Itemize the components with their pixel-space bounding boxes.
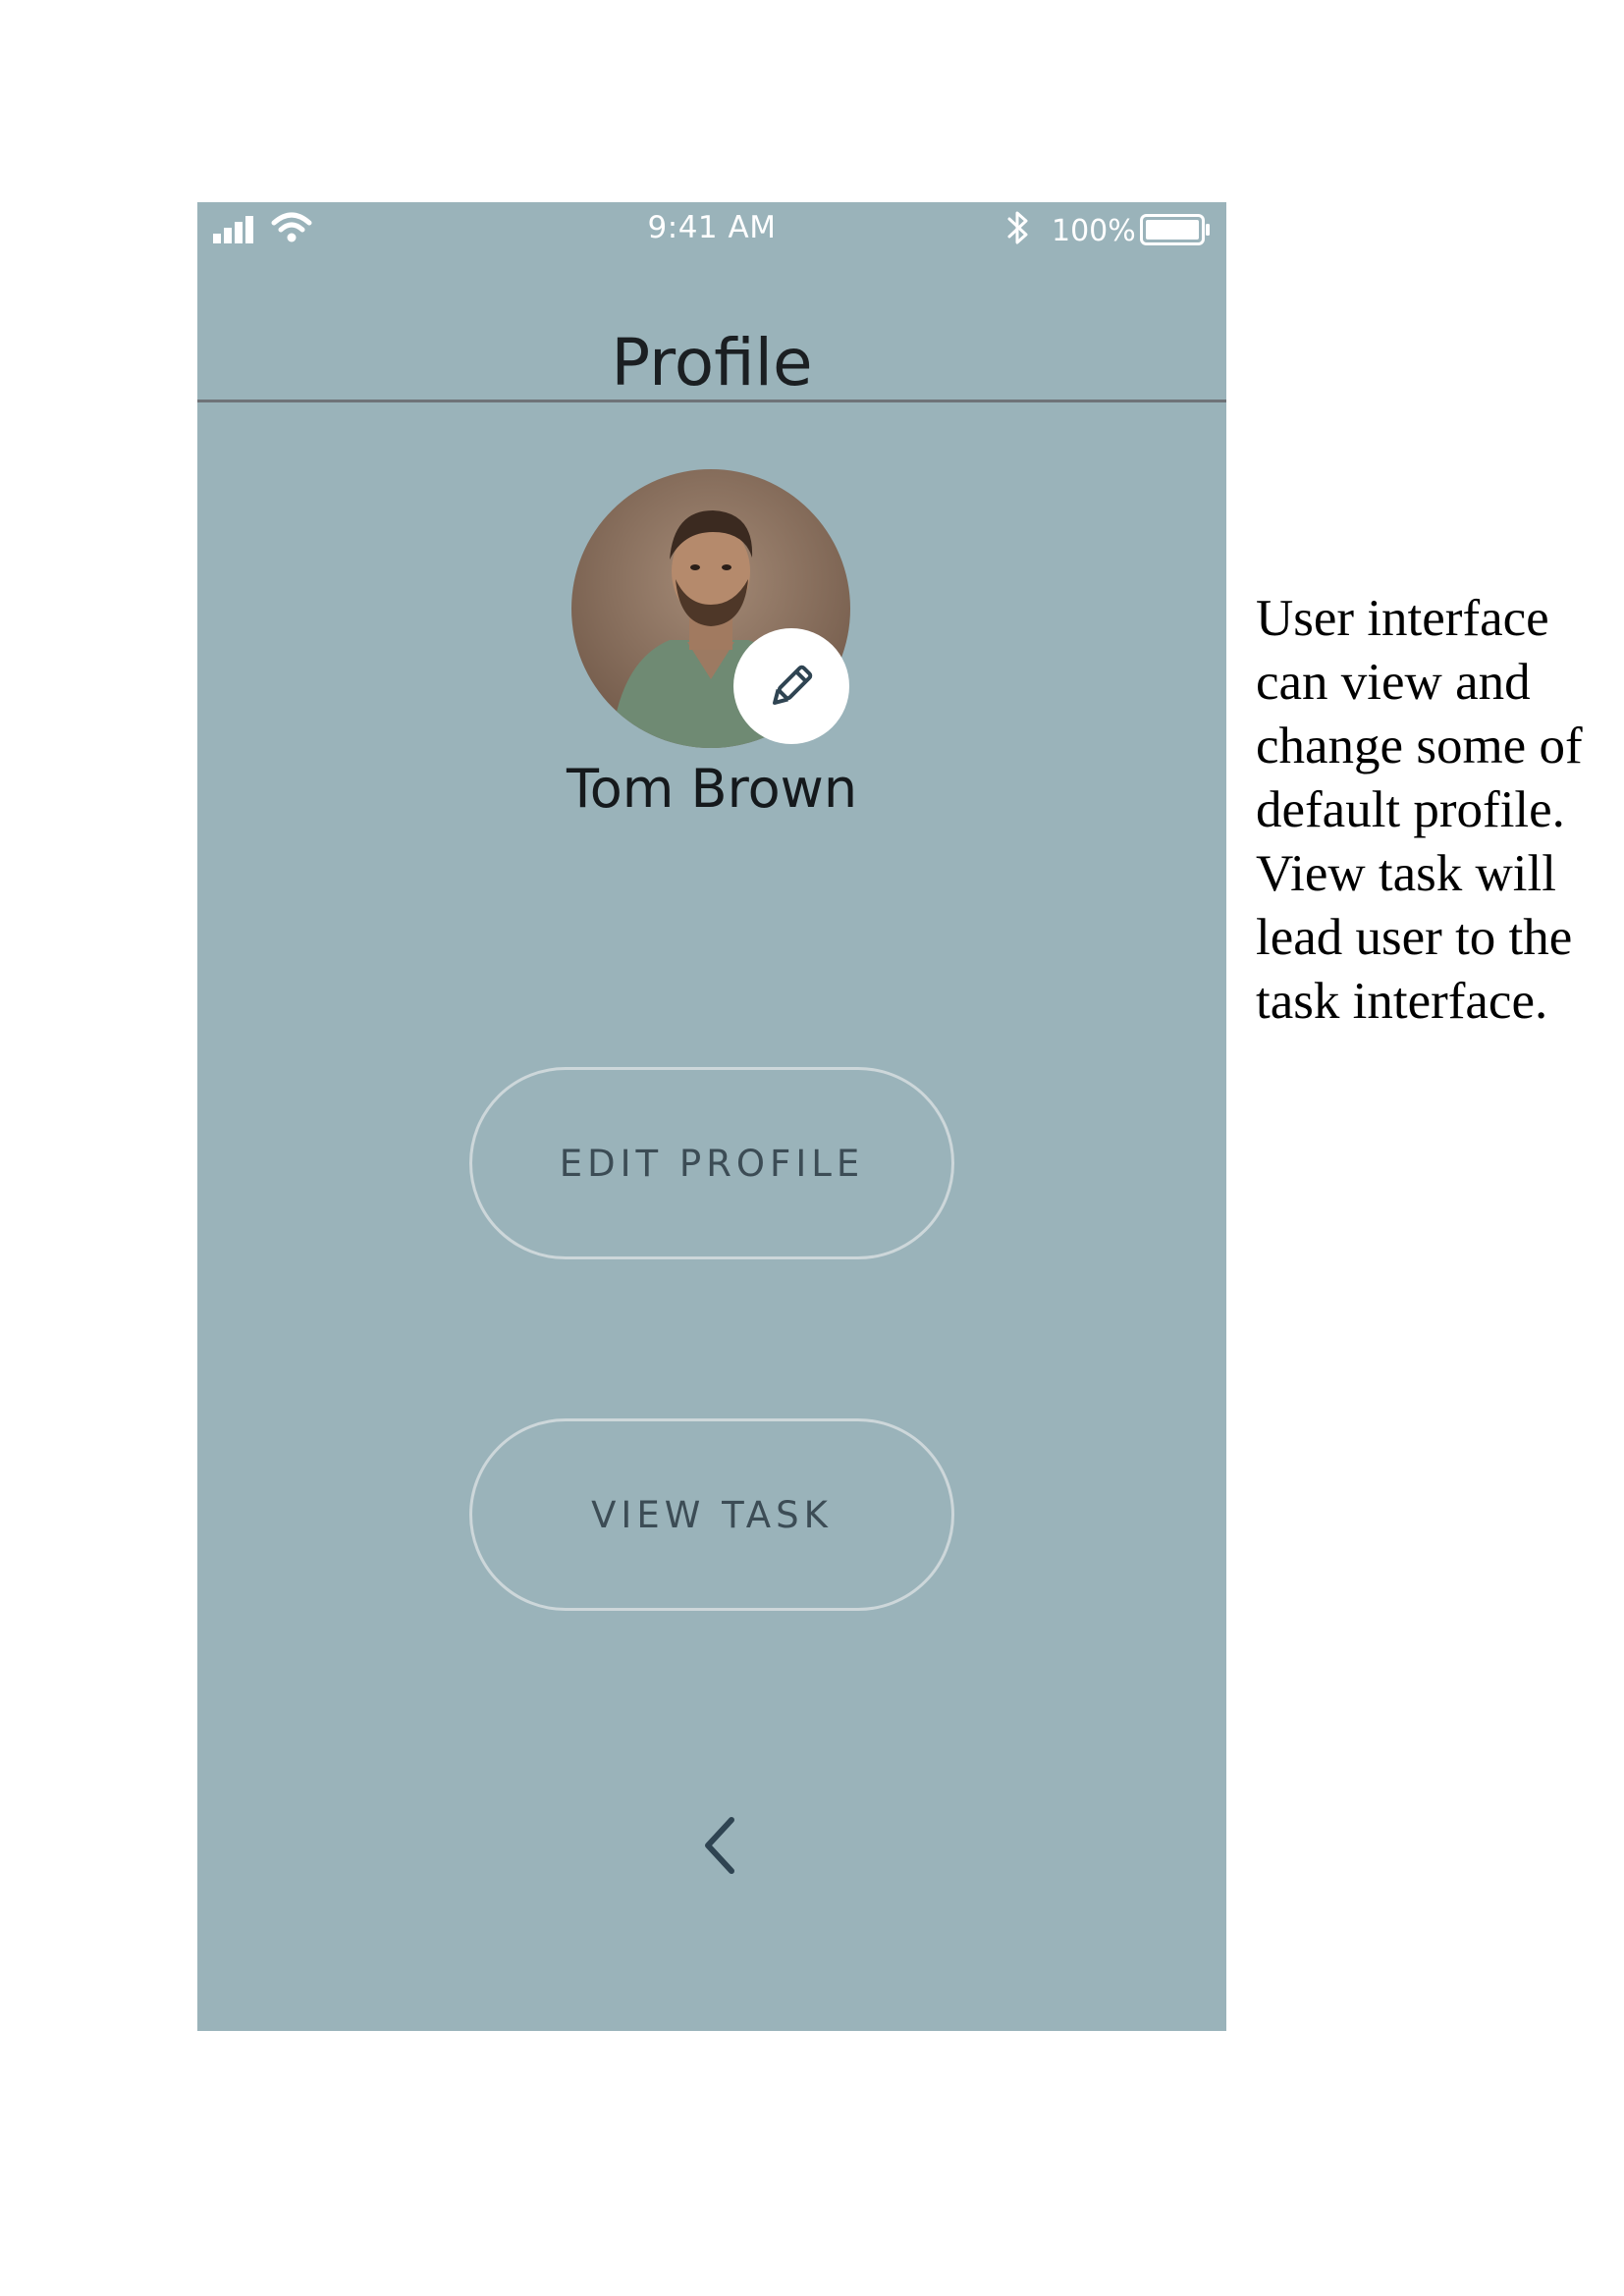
pencil-icon: [773, 665, 813, 705]
user-name: Tom Brown: [566, 758, 858, 820]
chevron-left-icon: [705, 1817, 734, 1874]
bluetooth-icon: [1007, 211, 1028, 244]
status-bar: 9:41 AM 100%: [197, 202, 1226, 261]
header-divider: [197, 400, 1226, 402]
page-title: Profile: [611, 325, 813, 400]
phone-screen: 9:41 AM 100% Profile Tom Brown EDIT PROF…: [197, 202, 1226, 2031]
back-button[interactable]: [696, 1812, 745, 1879]
edit-avatar-button[interactable]: [733, 628, 849, 744]
annotation-note: User interface can view and change some …: [1256, 590, 1583, 1030]
edit-profile-button[interactable]: EDIT PROFILE: [469, 1067, 954, 1259]
battery-icon: [1140, 214, 1210, 245]
battery-percent: 100%: [1052, 214, 1136, 248]
view-task-button[interactable]: VIEW TASK: [469, 1418, 954, 1611]
